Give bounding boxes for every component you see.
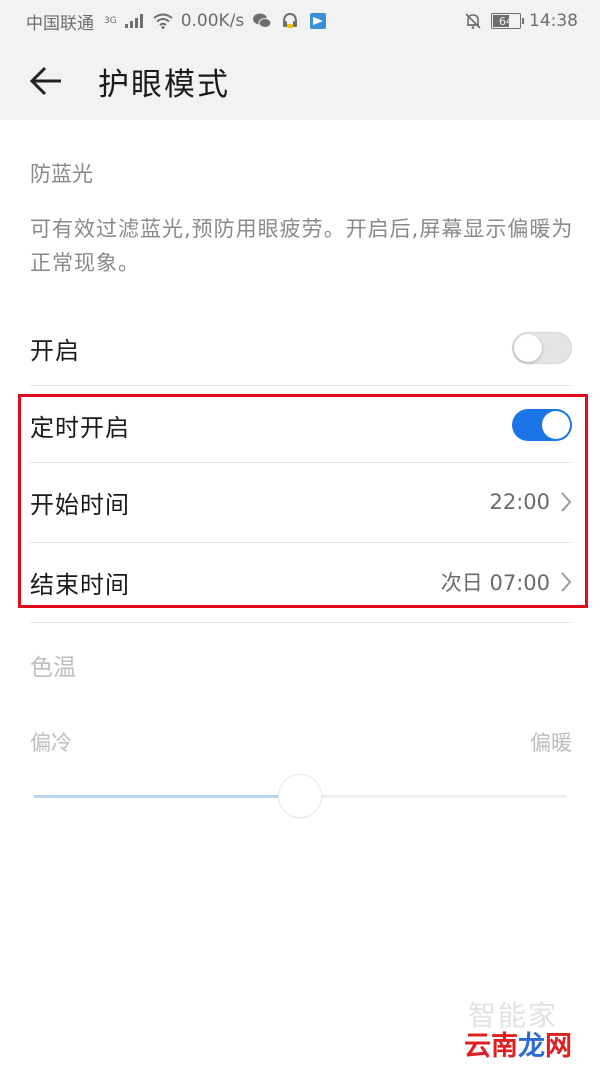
schedule-row[interactable]: 定时开启 — [30, 403, 572, 447]
qq-music-icon — [280, 11, 300, 31]
cold-label: 偏冷 — [30, 731, 72, 755]
start-time-value: 22:00 — [489, 490, 550, 514]
carrier-label: 中国联通 — [26, 13, 94, 34]
enable-row[interactable]: 开启 — [30, 326, 572, 370]
end-time-label: 结束时间 — [30, 570, 130, 599]
status-left: 中国联通 3G 0.00K/s — [26, 9, 328, 34]
status-bar: 中国联通 3G 0.00K/s 64 14:38 — [0, 0, 600, 42]
back-button[interactable] — [12, 42, 80, 120]
network-type: 3G — [104, 16, 117, 26]
color-temp-slider[interactable] — [34, 775, 566, 817]
status-right: 64 14:38 — [463, 11, 578, 31]
chevron-right-icon — [561, 572, 572, 592]
wifi-icon — [153, 11, 173, 31]
watermark-red-2: 网 — [545, 1031, 572, 1062]
schedule-switch[interactable] — [512, 409, 572, 441]
divider — [30, 542, 572, 543]
battery-icon: 64 — [491, 13, 524, 29]
page-title: 护眼模式 — [98, 66, 230, 103]
slider-thumb[interactable] — [279, 775, 321, 817]
divider — [30, 462, 572, 463]
app-notification-icon — [308, 11, 328, 31]
end-time-row[interactable]: 结束时间 次日 07:00 — [30, 560, 572, 604]
warm-label: 偏暖 — [530, 731, 572, 755]
chevron-right-icon — [561, 492, 572, 512]
enable-label: 开启 — [30, 336, 80, 365]
start-time-row[interactable]: 开始时间 22:00 — [30, 480, 572, 524]
section-title-blue-light: 防蓝光 — [30, 162, 93, 186]
silent-bell-icon — [463, 11, 483, 31]
enable-switch[interactable] — [512, 332, 572, 364]
divider — [30, 622, 572, 623]
app-bar: 护眼模式 — [0, 42, 600, 120]
signal-icon — [124, 14, 143, 28]
watermark-logo: 云南龙网 — [464, 1024, 572, 1063]
start-time-label: 开始时间 — [30, 490, 130, 519]
watermark-red: 云南 — [464, 1031, 518, 1062]
blue-light-description: 可有效过滤蓝光,预防用眼疲劳。开启后,屏幕显示偏暖为正常现象。 — [30, 217, 574, 275]
wechat-icon — [252, 11, 272, 31]
schedule-label: 定时开启 — [30, 413, 130, 442]
battery-level: 64 — [499, 14, 513, 28]
end-time-value: 次日 07:00 — [440, 571, 550, 595]
back-arrow-icon — [29, 66, 61, 96]
watermark-blue: 龙 — [518, 1031, 545, 1062]
slider-fill — [34, 795, 300, 798]
network-speed: 0.00K/s — [180, 11, 245, 31]
clock: 14:38 — [529, 11, 578, 31]
section-title-color-temp: 色温 — [30, 655, 76, 681]
divider — [30, 385, 572, 386]
